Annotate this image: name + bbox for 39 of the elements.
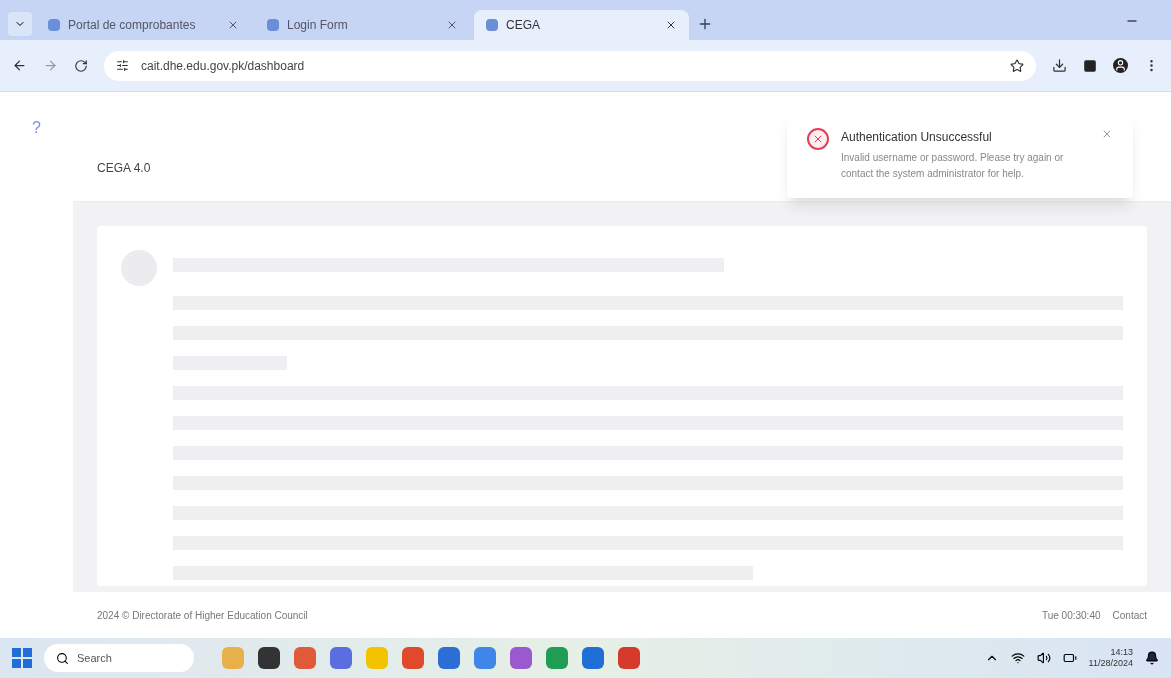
profile-icon[interactable] (1113, 58, 1128, 73)
tab-title: Portal de comprobantes (68, 17, 197, 34)
search-icon (56, 651, 69, 665)
wifi-icon[interactable] (1010, 651, 1025, 665)
bookmark-star-icon[interactable] (1010, 58, 1024, 73)
header-title: CEGA 4.0 (97, 160, 151, 177)
favicon-icon (267, 19, 279, 31)
close-icon[interactable] (227, 19, 239, 31)
browser-tab[interactable]: CEGA (474, 10, 689, 40)
favicon-icon (486, 19, 498, 31)
tab-title: Login Form (287, 17, 349, 34)
footer-time: Tue 00:30:40 (1041, 608, 1101, 623)
reload-icon[interactable] (74, 58, 88, 73)
battery-icon[interactable] (1062, 651, 1077, 665)
contact-link[interactable]: Contact (1112, 607, 1147, 623)
taskbar-clock[interactable]: 14:13 11/28/2024 (1088, 647, 1133, 669)
favicon-icon (48, 19, 60, 31)
site-settings-icon[interactable] (116, 59, 129, 72)
close-icon[interactable] (665, 19, 677, 31)
browser-tab[interactable]: Login Form (255, 10, 470, 40)
volume-icon[interactable] (1036, 651, 1051, 665)
start-icon[interactable] (12, 648, 32, 668)
toast-title: Authentication Unsuccessful (841, 129, 993, 146)
toast-message: Invalid username or password. Please try again or contact the system administrator for help. (841, 151, 1065, 181)
new-tab-icon[interactable] (697, 16, 713, 32)
browser-tab[interactable]: Portal de comprobantes (36, 10, 251, 40)
close-icon[interactable] (446, 19, 458, 31)
notification-icon[interactable] (1145, 651, 1159, 665)
error-icon (807, 128, 829, 150)
copyright-text: 2024 © Directorate of Higher Education Council (97, 608, 309, 623)
taskbar-app-icon[interactable] (258, 647, 280, 669)
url-text: cait.dhe.edu.gov.pk/dashboard (141, 57, 306, 75)
sidebar-icon[interactable] (1083, 58, 1097, 73)
address-bar[interactable]: cait.dhe.edu.gov.pk/dashboard (104, 50, 1036, 81)
taskbar-search-field[interactable]: Search (44, 644, 194, 672)
download-icon[interactable] (1052, 58, 1067, 73)
back-icon[interactable] (12, 58, 27, 73)
tab-search-icon[interactable] (8, 12, 32, 36)
tab-title: CEGA (506, 17, 541, 34)
